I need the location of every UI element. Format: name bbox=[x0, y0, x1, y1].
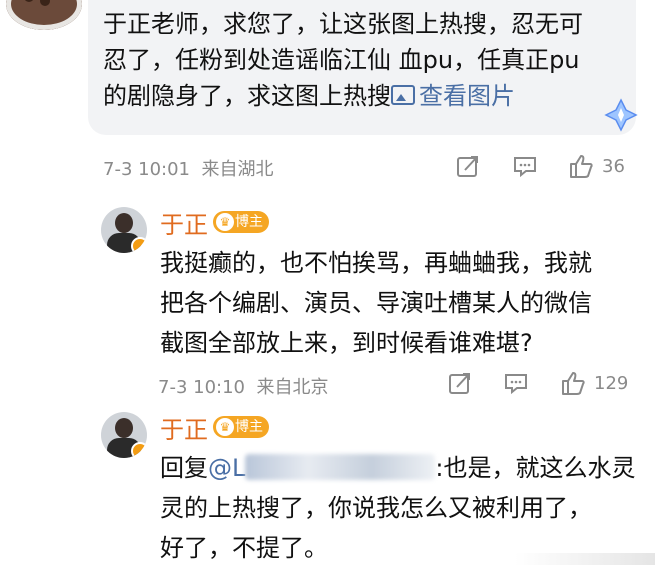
like-button[interactable]: 129 bbox=[560, 370, 628, 396]
view-image-link[interactable]: 查看图片 bbox=[391, 82, 515, 110]
reply-text: 回复@L:也是，就这么水灵 灵的上热搜了，你说我怎么又被利用了， 好了，不提了。 bbox=[160, 454, 636, 562]
top-comment-text: 于正老师，求您了，让这张图上热搜，忍无可 忍了，任粉到处造谣临江仙 血pu，任真… bbox=[103, 10, 583, 110]
crown-icon: ♛ bbox=[216, 213, 234, 231]
like-count: 129 bbox=[594, 372, 629, 394]
sparkle-icon bbox=[604, 98, 638, 132]
blogger-badge: ♛ 博主 bbox=[213, 211, 269, 233]
share-button[interactable] bbox=[455, 153, 481, 179]
like-count: 36 bbox=[602, 155, 625, 177]
crown-icon: ♛ bbox=[216, 418, 234, 436]
image-icon bbox=[391, 85, 415, 105]
reply-text: 我挺癫的，也不怕挨骂，再蛐蛐我，我就 把各个编剧、演员、导演吐槽某人的微信 截图… bbox=[160, 249, 592, 357]
author-name[interactable]: 于正 bbox=[160, 410, 208, 445]
author-name[interactable]: 于正 bbox=[160, 205, 208, 240]
watermark bbox=[515, 553, 655, 565]
comment-button[interactable] bbox=[503, 370, 529, 396]
blurred-username bbox=[245, 454, 436, 480]
comment-icon bbox=[505, 374, 527, 395]
like-button[interactable]: 36 bbox=[568, 153, 625, 179]
thumbs-up-icon bbox=[562, 372, 585, 395]
author-avatar[interactable] bbox=[101, 412, 147, 458]
author-avatar[interactable] bbox=[101, 207, 147, 253]
mention-link[interactable]: @L bbox=[208, 454, 436, 482]
top-comment-meta: 7-3 10:01 来自湖北 bbox=[103, 159, 274, 180]
blogger-badge: ♛ 博主 bbox=[213, 416, 269, 438]
thumbs-up-icon bbox=[570, 155, 593, 178]
verified-badge-icon bbox=[131, 442, 147, 458]
share-button[interactable] bbox=[447, 370, 473, 396]
reply-meta: 7-3 10:10 来自北京 bbox=[158, 377, 329, 398]
share-icon bbox=[457, 156, 478, 177]
commenter-avatar[interactable] bbox=[6, 0, 82, 30]
verified-badge-icon bbox=[131, 237, 147, 253]
share-icon bbox=[449, 373, 470, 394]
comment-button[interactable] bbox=[512, 153, 538, 179]
comment-icon bbox=[514, 157, 536, 178]
